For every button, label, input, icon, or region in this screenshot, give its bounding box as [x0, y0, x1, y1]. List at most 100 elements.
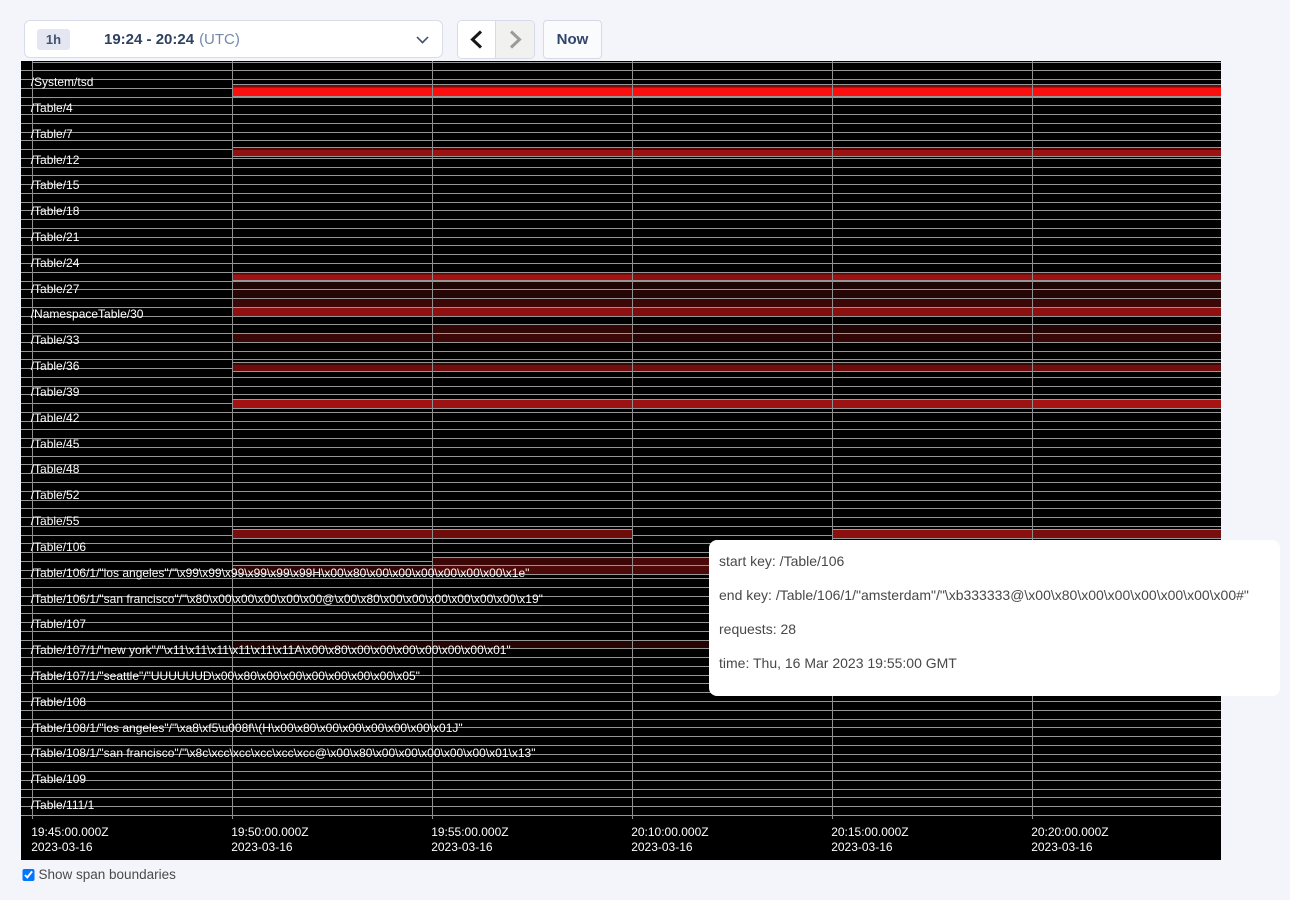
heatmap-band	[632, 307, 832, 317]
time-range-text: 19:24 - 20:24	[104, 31, 194, 48]
row-label: /Table/36	[31, 360, 80, 374]
span-boundary-line	[21, 438, 1222, 439]
heatmap-band	[232, 84, 432, 97]
chevron-right-icon	[509, 30, 522, 49]
previous-interval-button[interactable]	[458, 21, 496, 58]
row-label: /Table/12	[31, 154, 80, 168]
show-span-boundaries-checkbox[interactable]	[22, 869, 35, 882]
span-boundary-line	[21, 710, 1222, 711]
span-boundary-line	[21, 184, 1222, 185]
tooltip-start-key: start key: /Table/106	[719, 544, 1267, 578]
heatmap-band	[1032, 84, 1222, 97]
row-label: /Table/109	[31, 773, 86, 787]
duration-badge: 1h	[37, 29, 70, 50]
x-axis-date-label: 2023-03-16	[231, 840, 292, 855]
heatmap-band	[832, 84, 1032, 97]
show-span-boundaries-label: Show span boundaries	[39, 868, 176, 882]
span-boundary-line	[21, 517, 1222, 518]
span-boundary-line	[21, 245, 1222, 246]
heatmap-band	[232, 333, 432, 343]
span-boundary-line	[21, 412, 1222, 413]
span-boundary-line	[21, 386, 1222, 387]
span-boundary-line	[21, 359, 1222, 360]
heatmap-band	[232, 529, 432, 539]
span-boundary-line	[21, 473, 1222, 474]
row-label: /Table/27	[31, 283, 80, 297]
row-label: /Table/55	[31, 515, 80, 529]
row-label: /Table/107/1/"seattle"/"UUUUUUD\x00\x80\…	[31, 670, 420, 684]
span-boundary-line	[21, 464, 1222, 465]
span-boundary-line	[21, 771, 1222, 772]
span-boundary-line	[21, 237, 1222, 238]
span-boundary-line	[21, 263, 1222, 264]
span-boundary-line	[21, 815, 1222, 816]
span-boundary-line	[21, 762, 1222, 763]
span-boundary-line	[21, 421, 1222, 422]
x-axis-time-label: 19:55:00.000Z	[431, 825, 508, 840]
heatmap-band	[832, 529, 1032, 539]
heatmap-band	[432, 307, 632, 317]
timezone-text: (UTC)	[199, 31, 240, 48]
row-label: /Table/106	[31, 541, 86, 555]
span-boundary-line	[21, 114, 1222, 115]
span-boundary-line	[21, 219, 1222, 220]
span-boundary-line	[32, 62, 1222, 63]
heatmap-band	[1032, 147, 1222, 158]
heatmap-band	[432, 333, 632, 343]
span-boundary-line	[21, 508, 1222, 509]
row-label: /Table/21	[31, 231, 80, 245]
heatmap-band	[232, 307, 432, 317]
time-gridline	[1032, 61, 1034, 819]
key-visualizer-heatmap[interactable]: /System/tsd/Table/4/Table/7/Table/12/Tab…	[21, 61, 1222, 860]
span-boundary-line	[21, 789, 1222, 790]
next-interval-button[interactable]	[496, 21, 534, 58]
span-boundary-line	[21, 228, 1222, 229]
span-boundary-line	[21, 806, 1222, 807]
time-gridline	[632, 61, 634, 819]
row-label: /Table/15	[31, 179, 80, 193]
row-label: /Table/45	[31, 438, 80, 452]
heatmap-band	[232, 147, 432, 158]
time-nav-group	[457, 20, 535, 59]
heatmap-band	[832, 147, 1032, 158]
now-button[interactable]: Now	[543, 20, 602, 59]
tooltip-end-key: end key: /Table/106/1/"amsterdam"/"\xb33…	[719, 578, 1267, 612]
span-boundary-line	[21, 193, 1222, 194]
heatmap-band	[432, 529, 632, 539]
row-label: /Table/108	[31, 696, 86, 710]
heatmap-band	[432, 147, 632, 158]
heatmap-band	[432, 84, 632, 97]
heatmap-band	[632, 147, 832, 158]
x-axis-time-label: 19:45:00.000Z	[31, 825, 108, 840]
row-label: /Table/4	[31, 102, 73, 116]
span-boundary-line	[21, 456, 1222, 457]
span-boundary-line	[21, 123, 1222, 124]
heatmap-band	[632, 399, 832, 409]
span-boundary-line	[21, 351, 1222, 352]
heatmap-band	[232, 362, 432, 373]
span-boundary-line	[21, 79, 1222, 80]
span-boundary-line	[21, 736, 1222, 737]
heatmap-band	[1032, 362, 1222, 373]
time-range-selector[interactable]: 1h 19:24 - 20:24 (UTC)	[24, 20, 443, 58]
span-boundary-line	[21, 482, 1222, 483]
heatmap-band	[1032, 333, 1222, 343]
time-gridline	[232, 61, 234, 819]
span-boundary-line	[21, 429, 1222, 430]
span-boundary-line	[21, 158, 1222, 159]
heatmap-band	[632, 84, 832, 97]
row-label: /Table/18	[31, 205, 80, 219]
tooltip-time: time: Thu, 16 Mar 2023 19:55:00 GMT	[719, 646, 1267, 680]
heatmap-band	[832, 307, 1032, 317]
span-boundary-line	[21, 202, 1222, 203]
x-axis-date-label: 2023-03-16	[431, 840, 492, 855]
heatmap-band	[832, 333, 1032, 343]
x-axis-time-label: 20:15:00.000Z	[831, 825, 908, 840]
heatmap-band	[1032, 529, 1222, 539]
row-label: /System/tsd	[31, 76, 94, 90]
chevron-left-icon	[470, 30, 483, 49]
row-label: /Table/52	[31, 489, 80, 503]
row-label: /Table/108/1/"los angeles"/"\xa8\xf5\u00…	[31, 722, 463, 736]
time-gridline	[432, 61, 434, 819]
span-boundary-line	[21, 780, 1222, 781]
